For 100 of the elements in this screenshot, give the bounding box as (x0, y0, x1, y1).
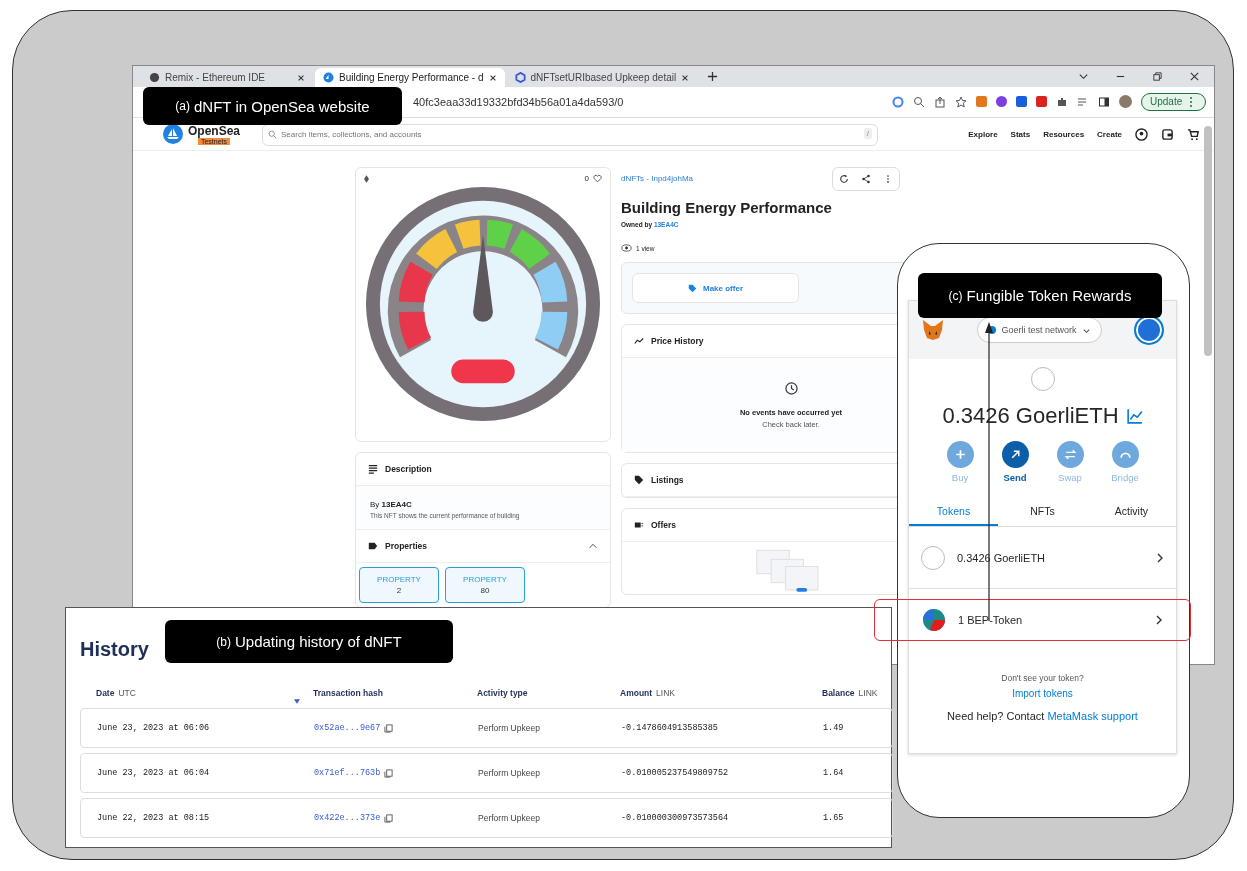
user-icon[interactable] (1135, 127, 1148, 141)
new-tab-icon[interactable] (707, 71, 719, 82)
search-icon (268, 130, 278, 139)
zoom-icon[interactable] (912, 96, 925, 108)
column-header: Transaction hash (313, 688, 384, 698)
browser-tab[interactable]: dNFTsetURIbased Upkeep detail (506, 68, 698, 87)
text-lines-icon (368, 464, 378, 474)
extension-icon[interactable] (995, 96, 1007, 108)
cart-icon[interactable] (1187, 127, 1200, 141)
heart-icon[interactable] (593, 174, 602, 183)
property-card[interactable]: PROPERTY 2 (359, 567, 439, 603)
tag-icon (368, 541, 378, 551)
chevron-right-icon (1155, 614, 1163, 626)
nav-link[interactable]: Resources (1043, 129, 1085, 139)
column-header: Balance LINK (822, 688, 879, 698)
plus-icon (953, 448, 967, 461)
date-cell-text: June 22, 2023 at 08:15 (97, 813, 211, 823)
amount-cell-text: -0.010005237549809752 (621, 768, 730, 778)
balance-cell-text: 1.64 (823, 768, 845, 778)
wallet-tab[interactable]: NFTs (998, 499, 1087, 526)
close-icon[interactable] (681, 73, 690, 82)
property-card[interactable]: PROPERTY 80 (445, 567, 525, 603)
shortcut-key: / (863, 128, 873, 139)
column-header: Activity type (477, 688, 529, 698)
wallet-tab[interactable]: Activity (1087, 499, 1176, 526)
site-icon (149, 72, 160, 83)
ethereum-icon (364, 174, 369, 183)
side-panel-icon[interactable] (1097, 96, 1110, 108)
import-tokens-link[interactable]: Import tokens (1012, 688, 1073, 699)
copy-icon[interactable] (384, 813, 394, 823)
column-header: Amount LINK (620, 688, 676, 698)
site-icon (323, 72, 334, 83)
swap-icon (1063, 448, 1077, 461)
callout-label: (b) Updating history of dNFT (165, 620, 453, 663)
nft-title: Building Energy Performance (621, 199, 832, 216)
make-offer-button[interactable]: Make offer (632, 273, 799, 303)
eye-icon (621, 244, 632, 252)
activity-cell-text: Perform Upkeep (478, 813, 541, 823)
activity-cell-text: Perform Upkeep (478, 723, 541, 733)
profile-avatar[interactable] (1118, 95, 1132, 109)
collection-link[interactable]: dNFTs - Inpd4johMa (621, 174, 694, 183)
wallet-icon[interactable] (1161, 127, 1174, 141)
token-row[interactable]: 1 BEP-Token (874, 599, 1191, 641)
browser-tab[interactable]: Remix - Ethereum IDE (141, 68, 313, 87)
sailboat-logo-icon (163, 124, 183, 144)
callout-label: (c) Fungible Token Rewards (918, 273, 1162, 318)
activity-cell-text: Perform Upkeep (478, 768, 541, 778)
chart-icon[interactable] (1126, 408, 1143, 424)
transaction-link[interactable]: 0x52ae...9e67 (314, 723, 381, 733)
amount-cell-text: -0.1478604913585385 (621, 723, 719, 733)
column-header: Date UTC (96, 688, 137, 698)
wallet-tab[interactable]: Tokens (909, 499, 998, 526)
section-title: Offers (651, 520, 677, 530)
extension-icon[interactable] (1035, 96, 1047, 108)
balance-cell-text: 1.65 (823, 813, 845, 823)
history-title: History (80, 638, 149, 661)
tag-icon (634, 475, 644, 485)
share-icon[interactable] (933, 96, 946, 108)
address-field[interactable]: 40fc3eaa33d19332bfd34b56a01a4da593/0 (413, 96, 882, 108)
amount-cell-text: -0.010000300973573564 (621, 813, 730, 823)
section-title: Properties (385, 541, 428, 551)
transaction-link[interactable]: 0x422e...373e (314, 813, 381, 823)
chevron-icon[interactable] (588, 541, 598, 551)
google-icon[interactable] (891, 96, 904, 108)
section-title: Description (385, 464, 432, 474)
balance-cell-text: 1.49 (823, 723, 845, 733)
nav-link[interactable]: Create (1097, 129, 1122, 139)
scrollbar[interactable] (1204, 126, 1212, 356)
browser-tab[interactable]: Building Energy Performance - d (315, 68, 505, 87)
update-button[interactable]: Update (1140, 92, 1206, 112)
hexagon-icon (514, 72, 526, 83)
like-count: 0 (584, 174, 589, 183)
nav-link[interactable]: Explore (968, 129, 998, 139)
date-cell-text: June 23, 2023 at 06:06 (97, 723, 211, 733)
tag-icon (688, 283, 697, 293)
help-text: Need help? Contact MetaMask support (947, 710, 1138, 722)
transaction-link[interactable]: 0x71ef...763b (314, 768, 381, 778)
star-icon[interactable] (954, 96, 967, 108)
section-title: Price History (651, 336, 704, 346)
copy-icon[interactable] (384, 768, 394, 778)
creator-label: By 13EA4C (370, 500, 413, 509)
close-icon[interactable] (1189, 71, 1200, 82)
trend-line-icon (634, 336, 644, 346)
copy-icon[interactable] (384, 723, 394, 733)
chevron-right-icon (1156, 551, 1164, 564)
sort-caret-icon[interactable] (294, 699, 300, 704)
close-icon[interactable] (488, 73, 497, 82)
date-cell-text: June 23, 2023 at 06:04 (97, 768, 211, 778)
brand-name: OpenSea (188, 123, 241, 138)
clock-icon (784, 381, 798, 395)
network-selector[interactable]: Goerli test network (977, 317, 1102, 343)
close-icon[interactable] (297, 73, 305, 82)
callout-label: (a) dNFT in OpenSea website (143, 87, 402, 125)
restore-icon[interactable] (1152, 71, 1163, 82)
chevron-down-icon[interactable] (1078, 71, 1089, 82)
support-link[interactable]: MetaMask support (1047, 710, 1138, 722)
nav-link[interactable]: Stats (1010, 129, 1031, 139)
token-icon (922, 608, 946, 632)
section-title: Listings (651, 475, 684, 485)
offers-icon (634, 520, 644, 530)
